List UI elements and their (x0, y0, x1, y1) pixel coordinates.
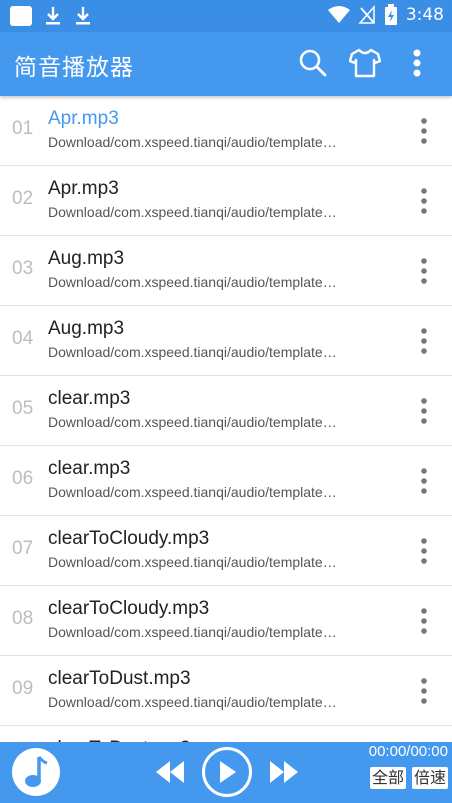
track-path: Download/com.xspeed.tianqi/audio/templat… (48, 694, 337, 710)
track-number: 01 (12, 118, 34, 139)
app-bar: 简音播放器 (0, 32, 452, 96)
track-row[interactable]: 08 clearToCloudy.mp3 Download/com.xspeed.t… (0, 586, 452, 656)
track-name: clearToCloudy.mp3 (48, 598, 210, 619)
next-icon[interactable] (264, 757, 304, 787)
play-icon (220, 761, 236, 783)
track-row[interactable]: 01 Apr.mp3 Download/com.xspeed.tianqi/audi… (0, 96, 452, 166)
status-bar: 3:48 (0, 0, 452, 32)
track-number: 07 (12, 538, 34, 559)
track-more-icon[interactable] (414, 186, 434, 216)
track-row[interactable]: 06 clear.mp3 Download/com.xspeed.tianqi/au… (0, 446, 452, 516)
notification-icon (10, 6, 32, 26)
track-row[interactable]: 03 Aug.mp3 Download/com.xspeed.tianqi/audi… (0, 236, 452, 306)
track-more-icon[interactable] (414, 326, 434, 356)
track-name: Aug.mp3 (48, 318, 125, 339)
track-number: 08 (12, 608, 34, 629)
no-signal-icon (358, 5, 375, 24)
track-name: Aug.mp3 (48, 248, 125, 269)
music-note-icon[interactable] (12, 748, 60, 796)
track-number: 05 (12, 398, 34, 419)
skin-shirt-icon[interactable] (348, 46, 382, 80)
track-more-icon[interactable] (414, 256, 434, 286)
play-button[interactable] (202, 747, 252, 797)
track-path: Download/com.xspeed.tianqi/audio/templat… (48, 624, 337, 640)
all-button[interactable]: 全部 (369, 767, 406, 789)
track-path: Download/com.xspeed.tianqi/audio/templat… (48, 484, 337, 500)
playback-time: 00:00/00:00 (368, 743, 448, 760)
track-name: Apr.mp3 (48, 108, 119, 129)
track-more-icon[interactable] (414, 396, 434, 426)
track-name: clearToDust.mp3 (48, 668, 191, 689)
more-vertical-icon[interactable] (400, 46, 434, 80)
search-icon[interactable] (296, 46, 330, 80)
clock: 3:48 (405, 5, 444, 25)
track-path: Download/com.xspeed.tianqi/audio/templat… (48, 344, 337, 360)
track-more-icon[interactable] (414, 466, 434, 496)
track-path: Download/com.xspeed.tianqi/audio/templat… (48, 554, 337, 570)
track-number: 02 (12, 188, 34, 209)
track-more-icon[interactable] (414, 536, 434, 566)
track-more-icon[interactable] (414, 676, 434, 706)
track-number: 06 (12, 468, 34, 489)
previous-icon[interactable] (150, 757, 190, 787)
track-row[interactable]: 02 Apr.mp3 Download/com.xspeed.tianqi/audi… (0, 166, 452, 236)
track-name: Apr.mp3 (48, 178, 119, 199)
download-icon (46, 7, 60, 25)
track-row[interactable]: 10clearToDust.mp3 (0, 726, 452, 742)
track-row[interactable]: 04 Aug.mp3 Download/com.xspeed.tianqi/audi… (0, 306, 452, 376)
download-icon (76, 7, 90, 25)
track-row[interactable]: 09 clearToDust.mp3 Download/com.xspeed.tia… (0, 656, 452, 726)
page-title: 简音播放器 (14, 55, 134, 81)
track-name: clear.mp3 (48, 458, 131, 479)
track-path: Download/com.xspeed.tianqi/audio/templat… (48, 134, 337, 150)
wifi-icon (327, 6, 350, 23)
track-row[interactable]: 05 clear.mp3 Download/com.xspeed.tianqi/au… (0, 376, 452, 446)
track-number: 09 (12, 678, 34, 699)
player-bar: 00:00/00:00 全部 倍速 (0, 742, 452, 803)
speed-button[interactable]: 倍速 (411, 767, 448, 789)
track-path: Download/com.xspeed.tianqi/audio/templat… (48, 274, 337, 290)
track-path: Download/com.xspeed.tianqi/audio/templat… (48, 414, 337, 430)
track-number: 04 (12, 328, 34, 349)
track-name: clear.mp3 (48, 388, 131, 409)
track-list: 01 Apr.mp3 Download/com.xspeed.tianqi/audi… (0, 96, 452, 742)
track-path: Download/com.xspeed.tianqi/audio/templat… (48, 204, 337, 220)
track-more-icon[interactable] (414, 606, 434, 636)
track-number: 03 (12, 258, 34, 279)
battery-charging-icon (384, 4, 397, 25)
track-more-icon[interactable] (414, 116, 434, 146)
track-row[interactable]: 07 clearToCloudy.mp3 Download/com.xspeed.t… (0, 516, 452, 586)
track-name: clearToCloudy.mp3 (48, 528, 210, 549)
